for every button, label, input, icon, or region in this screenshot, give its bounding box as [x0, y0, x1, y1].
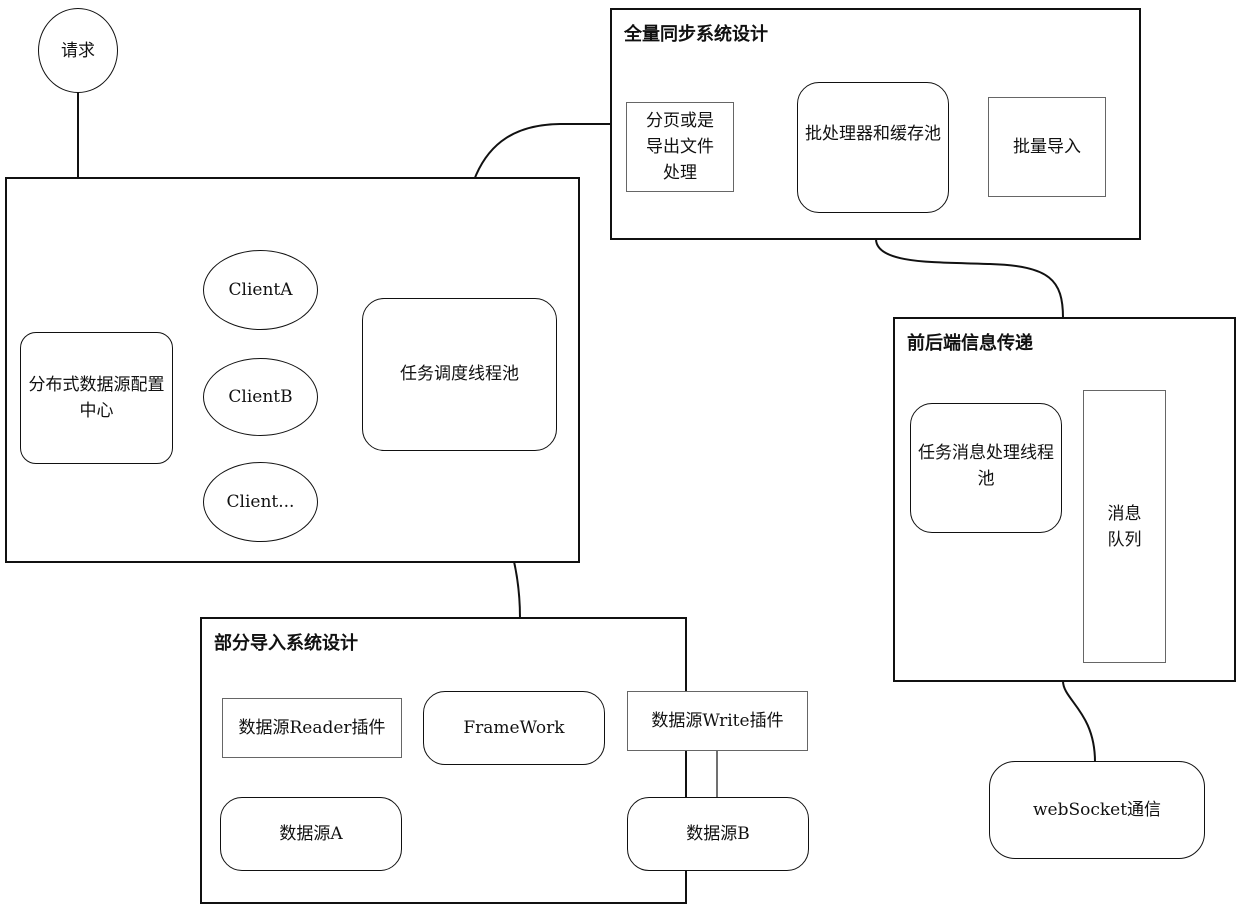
client-more-label: Client... — [226, 492, 295, 512]
client-b-node[interactable]: ClientB — [203, 358, 318, 436]
writer-plugin-label: 数据源Write插件 — [651, 711, 784, 731]
msg-pool-node[interactable]: 任务消息处理线程池 — [910, 403, 1062, 533]
framework-label: FrameWork — [463, 718, 565, 738]
partial-import-title: 部分导入系统设计 — [214, 633, 358, 654]
batch-processor-label: 批处理器和缓存池 — [805, 124, 941, 144]
framework-node[interactable]: FrameWork — [423, 691, 605, 765]
reader-plugin-node[interactable]: 数据源Reader插件 — [222, 698, 402, 758]
message-queue-label: 消息队列 — [1107, 503, 1142, 550]
paging-node[interactable]: 分页或是导出文件处理 — [626, 102, 734, 192]
bulk-import-label: 批量导入 — [1013, 137, 1081, 157]
config-center-label: 分布式数据源配置中心 — [28, 375, 165, 421]
client-a-label: ClientA — [228, 280, 293, 300]
client-b-label: ClientB — [228, 387, 293, 407]
frontend-title: 前后端信息传递 — [907, 333, 1033, 354]
source-b-node[interactable]: 数据源B — [627, 797, 809, 871]
source-a-node[interactable]: 数据源A — [220, 797, 402, 871]
message-queue-node[interactable]: 消息队列 — [1083, 390, 1166, 663]
request-node[interactable]: 请求 — [38, 8, 118, 93]
source-a-label: 数据源A — [279, 824, 343, 844]
websocket-label: webSocket通信 — [1032, 800, 1162, 820]
connector-frontend-websocket — [1062, 680, 1096, 763]
reader-plugin-label: 数据源Reader插件 — [238, 718, 386, 738]
batch-processor-node[interactable]: 批处理器和缓存池 — [797, 82, 949, 213]
connector-fullsync-frontend — [875, 238, 1064, 319]
scheduler-label: 任务调度线程池 — [400, 364, 519, 384]
msg-pool-label: 任务消息处理线程池 — [918, 443, 1054, 489]
scheduler-node[interactable]: 任务调度线程池 — [362, 298, 557, 451]
config-center-node[interactable]: 分布式数据源配置中心 — [20, 332, 173, 464]
request-label: 请求 — [61, 40, 95, 61]
bulk-import-node[interactable]: 批量导入 — [988, 97, 1106, 197]
client-more-node[interactable]: Client... — [203, 462, 318, 542]
client-a-node[interactable]: ClientA — [203, 250, 318, 330]
full-sync-title: 全量同步系统设计 — [624, 24, 768, 45]
writer-plugin-node[interactable]: 数据源Write插件 — [627, 691, 808, 751]
paging-label: 分页或是导出文件处理 — [646, 111, 714, 183]
websocket-node[interactable]: webSocket通信 — [989, 761, 1205, 859]
source-b-label: 数据源B — [686, 824, 750, 844]
